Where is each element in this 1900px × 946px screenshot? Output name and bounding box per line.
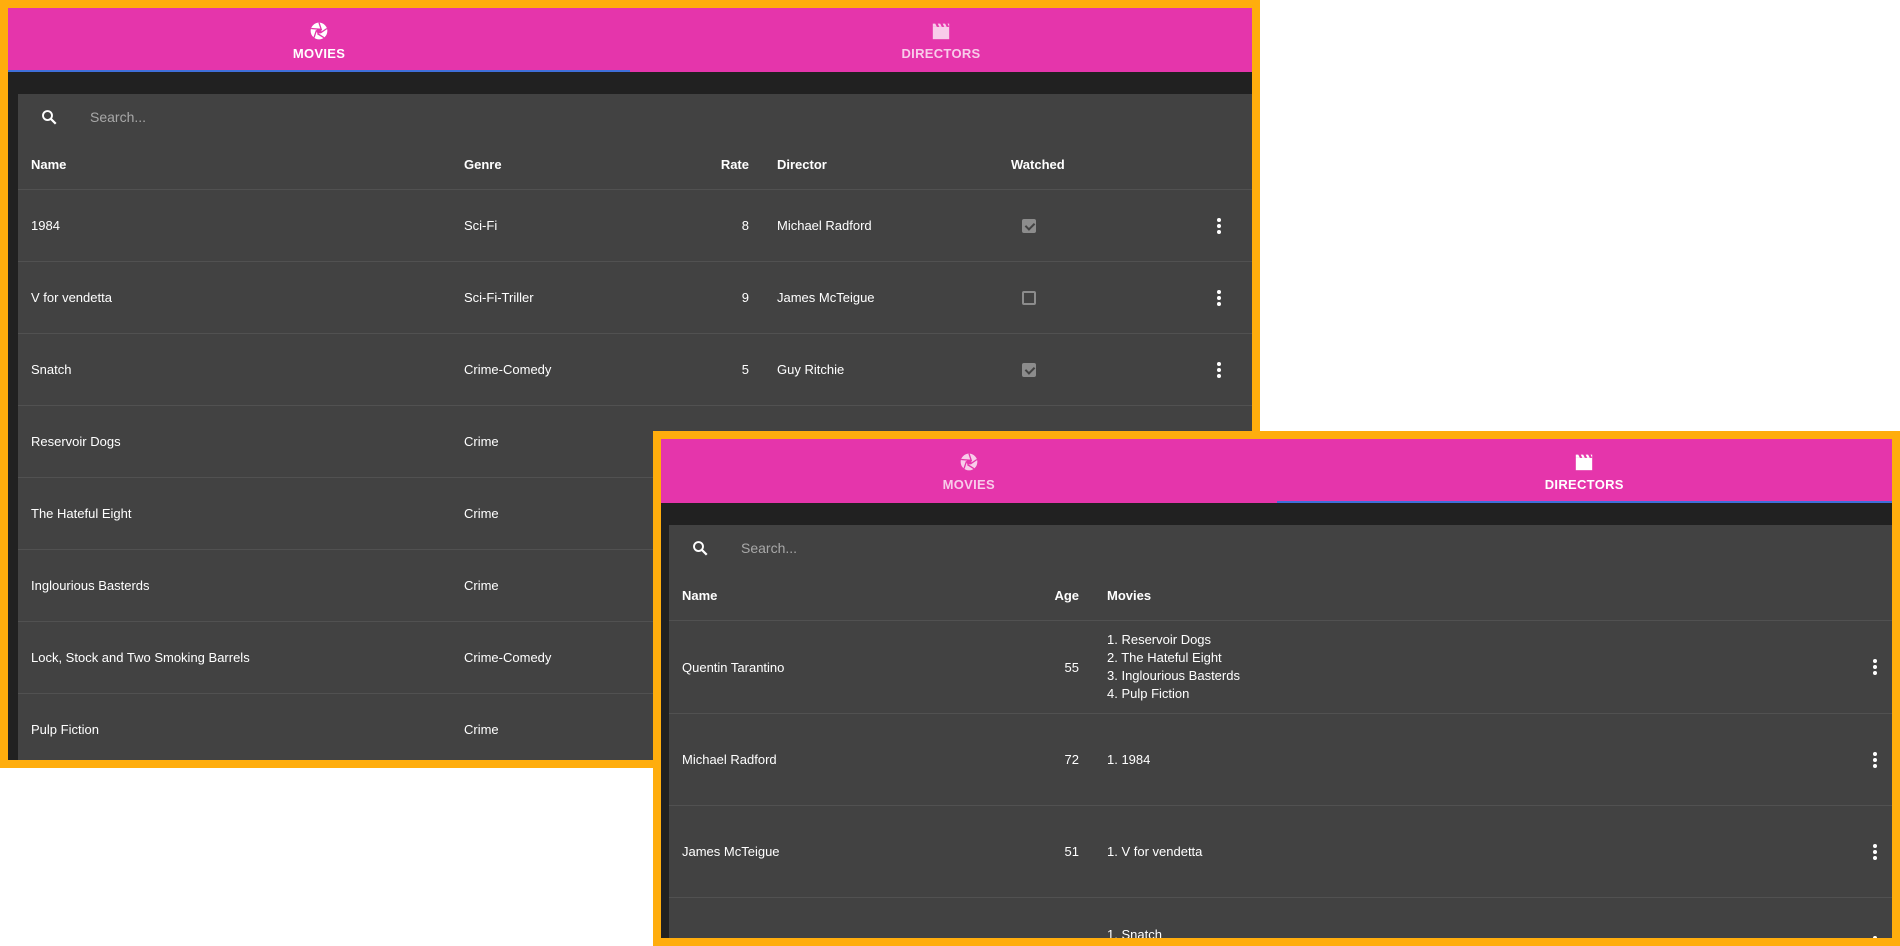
movie-director: James McTeigue [777,261,1011,334]
column-header-name[interactable]: Name [682,571,1032,621]
watched-checkbox[interactable] [1022,291,1036,306]
director-movies: 1. 1984 [1107,713,1842,806]
tab-bar: MOVIES DIRECTORS [661,439,1892,503]
movie-name: Snatch [31,333,464,406]
movie-list-item: 3. Inglourious Basterds [1107,668,1240,683]
column-header-age[interactable]: Age [1032,571,1079,621]
movie-name: The Hateful Eight [31,477,464,550]
table-row[interactable]: Quentin Tarantino 55 1. Reservoir Dogs 2. T… [669,620,1892,714]
more-vert-icon[interactable] [1873,659,1877,676]
table-row[interactable]: James McTeigue 51 1. V for vendetta [669,805,1892,898]
tab-label: MOVIES [942,476,995,492]
movie-rate: 9 [664,261,749,334]
director-movies: 1. V for vendetta [1107,805,1842,898]
director-name: Quentin Tarantino [682,620,1032,714]
more-vert-icon[interactable] [1873,935,1877,938]
movie-rate: 8 [664,189,749,262]
director-name: Michael Radford [682,713,1032,806]
movie-rate: 5 [664,333,749,406]
director-age: 51 [1032,805,1079,898]
search-input[interactable] [88,108,492,126]
tab-movies[interactable]: MOVIES [661,439,1277,503]
tab-label: DIRECTORS [1544,476,1624,492]
more-vert-icon[interactable] [1873,843,1877,860]
director-movies: 1. Reservoir Dogs 2. The Hateful Eight 3. … [1107,620,1842,714]
column-header-name[interactable]: Name [31,140,464,190]
director-name: Guy Ritchie [682,897,1032,938]
tab-movies[interactable]: MOVIES [8,8,630,72]
search-bar [18,94,1252,140]
movie-genre: Crime [464,405,664,478]
movie-genre: Sci-Fi-Triller [464,261,664,334]
table-header-row: Name Genre Rate Director Watched [18,140,1252,190]
movie-list-item: 4. Pulp Fiction [1107,686,1190,701]
movie-list-item: 1. V for vendetta [1107,843,1203,859]
camera-aperture-icon [309,20,329,42]
movie-name: 1984 [31,189,464,262]
movie-genre: Crime [464,693,664,760]
clapperboard-icon [1574,451,1594,473]
movie-list-item: 2. The Hateful Eight [1107,650,1222,665]
directors-table: Name Age Movies Quentin Tarantino 55 1. Re… [669,571,1892,942]
watched-checkbox[interactable] [1022,363,1036,378]
movie-name: Inglourious Basterds [31,549,464,622]
column-header-director[interactable]: Director [777,140,1011,190]
directors-panel: Name Age Movies Quentin Tarantino55 1. Re… [669,525,1892,938]
movie-genre: Crime [464,477,664,550]
table-row[interactable]: Guy Ritchie50 1. Snatch2. Lock, Stock and… [669,897,1892,942]
table-row[interactable]: Michael Radford 72 1. 1984 [669,713,1892,806]
movie-genre: Crime-Comedy [464,621,664,694]
director-name: James McTeigue [682,805,1032,898]
directors-window: MOVIES DIRECTORS Name Age Movies [653,431,1900,946]
director-movies: 1. Snatch2. Lock, Stock and Two Smoking … [1107,897,1842,942]
table-row[interactable]: 1984 Sci-Fi 8 Michael Radford [18,189,1252,262]
search-input[interactable] [739,539,1143,557]
movie-list-item: 1. Snatch [1107,926,1162,942]
more-vert-icon[interactable] [1217,289,1221,306]
director-age: 55 [1032,620,1079,714]
movie-name: Pulp Fiction [31,693,464,760]
movie-name: V for vendetta [31,261,464,334]
tab-label: DIRECTORS [901,45,981,61]
tab-directors[interactable]: DIRECTORS [630,8,1252,72]
movie-name: Reservoir Dogs [31,405,464,478]
camera-aperture-icon [959,451,979,473]
movie-director: Guy Ritchie [777,333,1011,406]
watched-checkbox[interactable] [1022,219,1036,234]
search-icon [693,541,708,556]
movie-genre: Crime [464,549,664,622]
search-icon [42,110,57,125]
more-vert-icon[interactable] [1873,751,1877,768]
movie-list-item: 1. 1984 [1107,751,1151,767]
tab-directors[interactable]: DIRECTORS [1276,439,1893,503]
column-header-watched[interactable]: Watched [1011,140,1131,190]
director-age: 72 [1032,713,1079,806]
table-row[interactable]: Snatch Crime-Comedy 5 Guy Ritchie [18,333,1252,406]
more-vert-icon[interactable] [1217,361,1221,378]
table-row[interactable]: V for vendetta Sci-Fi-Triller 9 James McTei… [18,261,1252,334]
column-header-genre[interactable]: Genre [464,140,664,190]
column-header-movies[interactable]: Movies [1107,571,1842,621]
more-vert-icon[interactable] [1217,217,1221,234]
movie-genre: Crime-Comedy [464,333,664,406]
clapperboard-icon [931,20,951,42]
column-header-rate[interactable]: Rate [664,140,749,190]
movie-director: Michael Radford [777,189,1011,262]
movie-genre: Sci-Fi [464,189,664,262]
table-header-row: Name Age Movies [669,571,1892,621]
tab-bar: MOVIES DIRECTORS [8,8,1252,72]
movie-list-item: 1. Reservoir Dogs [1107,632,1212,647]
tab-label: MOVIES [292,45,346,61]
movie-name: Lock, Stock and Two Smoking Barrels [31,621,464,694]
search-bar [669,525,1892,571]
director-age: 50 [1032,897,1079,938]
